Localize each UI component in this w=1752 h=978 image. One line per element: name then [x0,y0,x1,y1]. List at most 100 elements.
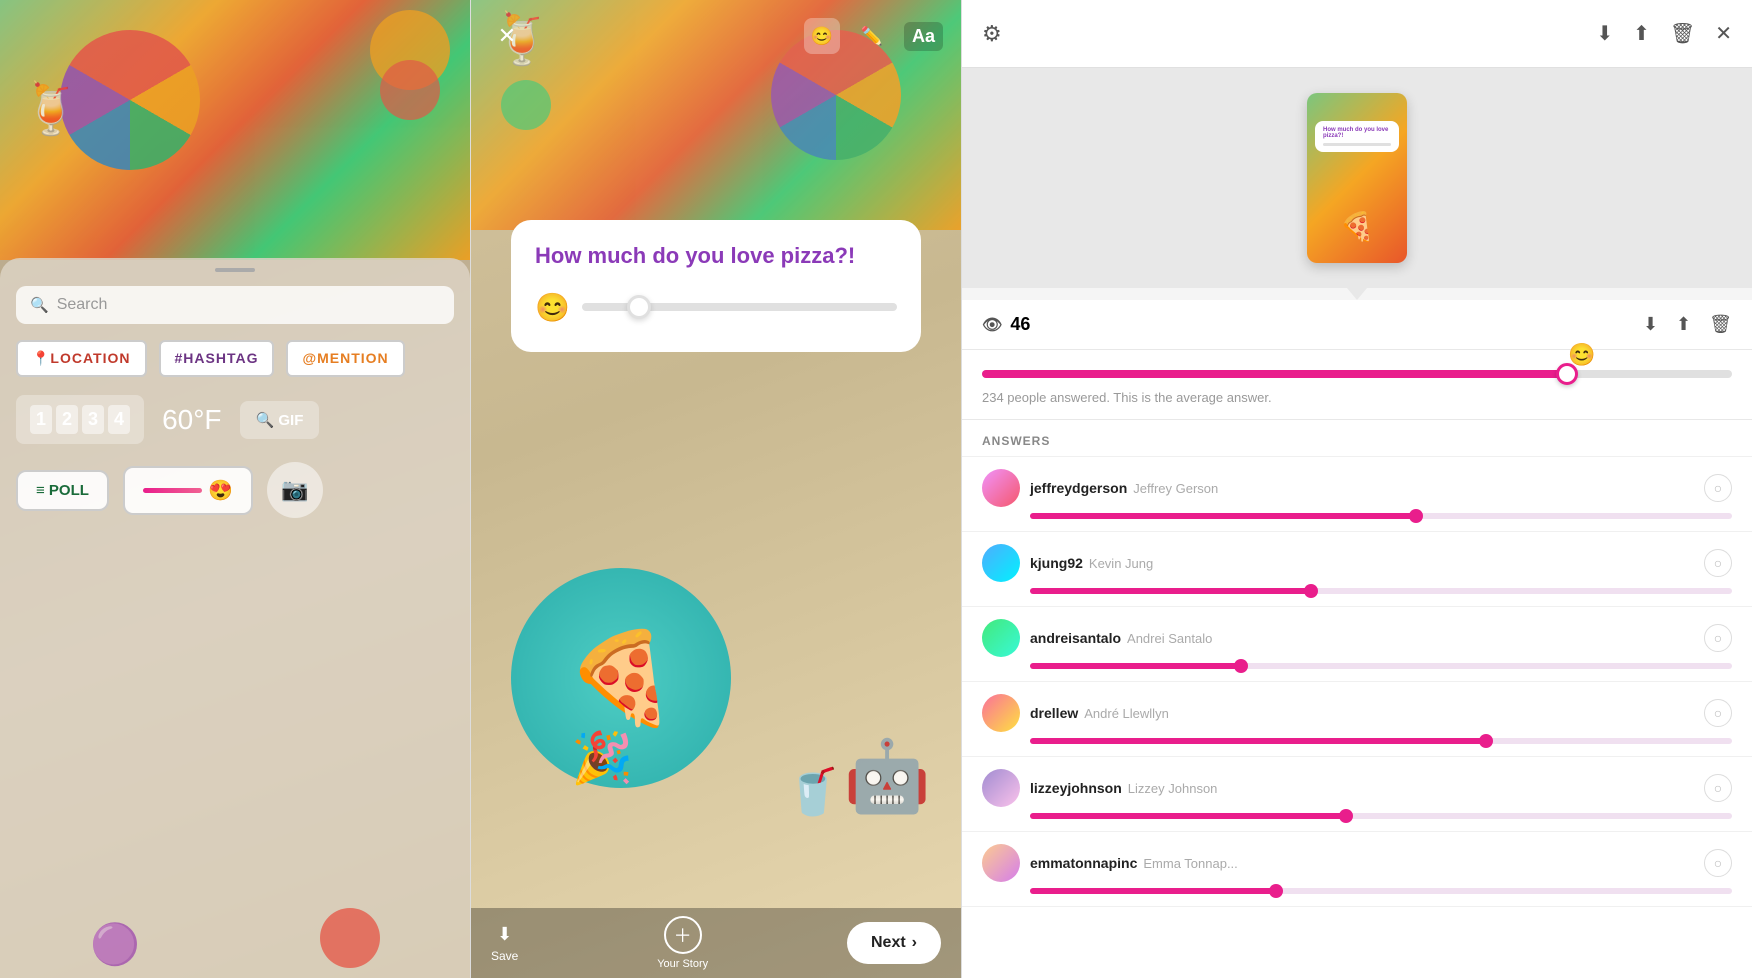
slider-question-text: How much do you love pizza?! [535,242,897,271]
answer-item: emmatonnapinc Emma Tonnap... ○ [962,832,1752,907]
countdown-sticker[interactable]: 1 2 3 4 [16,395,144,444]
reply-button[interactable]: ○ [1704,849,1732,877]
sticker-search-bar[interactable]: 🔍 Search [16,286,454,324]
answer-username: drellew [1030,705,1078,721]
thumb-emoji: 🍕 [1307,210,1407,243]
save-icon: ⬇ [497,924,512,945]
answer-names: emmatonnapinc Emma Tonnap... [1030,855,1694,871]
your-story-label: Your Story [657,958,708,970]
answer-username: kjung92 [1030,555,1083,571]
search-icon: 🔍 [30,296,49,314]
hashtag-sticker[interactable]: #HASHTAG [159,340,275,377]
view-count: 👁 46 [982,314,1030,335]
countdown-d3: 3 [82,405,104,434]
insights-header: ⚙ ⬇ ⬆ 🗑 ✕ [962,0,1752,68]
text-tool-button[interactable]: Aa [904,22,943,51]
panel2-food-area: 🍕 🎉 🤖 🥤 [471,428,961,908]
next-label: Next [871,934,906,952]
answer-slider-fill [1030,738,1486,744]
answer-top-row: kjung92 Kevin Jung ○ [982,544,1732,582]
avatar [982,844,1020,882]
header-right-actions: ⬇ ⬆ 🗑 ✕ [1596,21,1732,46]
reply-button[interactable]: ○ [1704,699,1732,727]
result-thumb [1556,363,1578,385]
answer-slider-thumb [1479,734,1493,748]
sticker-picker-button[interactable]: 😊 [804,18,840,54]
slider-thumb[interactable] [627,295,651,319]
answer-slider-thumb [1304,584,1318,598]
answer-names: lizzeyjohnson Lizzey Johnson [1030,780,1694,796]
stats-download-icon[interactable]: ⬇ [1643,314,1658,335]
thumb-slider-card: How much do you love pizza?! [1315,121,1399,152]
answer-fullname: Andrei Santalo [1127,631,1212,646]
answer-names: kjung92 Kevin Jung [1030,555,1694,571]
stats-delete-icon[interactable]: 🗑 [1709,314,1732,335]
temperature-sticker[interactable]: 60°F [162,404,221,436]
answer-item: jeffreydgerson Jeffrey Gerson ○ [962,457,1752,532]
gif-sticker[interactable]: 🔍 GIF [240,401,320,439]
countdown-d1: 1 [30,405,52,434]
delete-icon[interactable]: 🗑 [1670,21,1695,46]
close-icon[interactable]: ✕ [1715,21,1732,46]
slider-emoji: 😊 [535,291,570,324]
stats-actions: ⬇ ⬆ 🗑 [1643,314,1732,335]
next-button[interactable]: Next › [847,922,941,964]
close-button[interactable]: ✕ [489,18,525,54]
answer-slider-fill [1030,663,1241,669]
bottom-decoration-1: 🟣 [90,921,140,968]
answer-fullname: André Llewllyn [1084,706,1169,721]
reply-button[interactable]: ○ [1704,474,1732,502]
camera-sticker[interactable]: 📷 [267,462,323,518]
slider-bar[interactable] [582,303,897,311]
avatar [982,769,1020,807]
answer-slider-thumb [1234,659,1248,673]
answer-item: kjung92 Kevin Jung ○ [962,532,1752,607]
stats-share-icon[interactable]: ⬆ [1676,314,1691,335]
slider-sticker-card[interactable]: How much do you love pizza?! 😊 [511,220,921,352]
answer-top-row: drellew André Llewllyn ○ [982,694,1732,732]
answer-item: lizzeyjohnson Lizzey Johnson ○ [962,757,1752,832]
camera-icon: 📷 [281,477,308,503]
answer-slider-fill [1030,813,1346,819]
answer-username: emmatonnapinc [1030,855,1137,871]
sticker-tray: 🔍 Search 📍LOCATION #HASHTAG @MENTION 1 2… [0,258,470,978]
bottom-decoration-2 [320,908,380,968]
poll-sticker[interactable]: ≡ POLL [16,470,109,511]
save-button[interactable]: ⬇ Save [491,924,518,963]
edit-button[interactable]: ✏️ [854,18,890,54]
sticker-row-2: 1 2 3 4 60°F 🔍 GIF [0,395,470,444]
party-hat-icon: 🎉 [571,729,633,788]
answer-fullname: Kevin Jung [1089,556,1153,571]
settings-icon[interactable]: ⚙ [982,21,1002,47]
avatar [982,469,1020,507]
answer-top-row: emmatonnapinc Emma Tonnap... ○ [982,844,1732,882]
answer-slider [1030,813,1732,819]
slider-result-area: 😊 234 people answered. This is the avera… [962,350,1752,420]
avatar [982,544,1020,582]
reply-button[interactable]: ○ [1704,549,1732,577]
sticker-icon: 😊 [811,26,833,47]
mention-sticker[interactable]: @MENTION [286,340,404,377]
can-icon: 🥤 [785,765,841,818]
panel2-toolbar: ✕ 😊 ✏️ Aa [489,18,943,54]
answer-names: andreisantalo Andrei Santalo [1030,630,1694,646]
answer-slider-fill [1030,588,1311,594]
slider-control[interactable]: 😊 [535,291,897,324]
answers-section: ANSWERS jeffreydgerson Jeffrey Gerson ○ … [962,420,1752,978]
your-story-circle: ＋ [664,916,702,954]
download-icon[interactable]: ⬇ [1596,21,1613,46]
location-sticker[interactable]: 📍LOCATION [16,340,147,377]
emoji-slider-sticker[interactable]: 😍 [123,466,253,515]
gif-label: 🔍 GIF [256,411,304,429]
answer-top-row: jeffreydgerson Jeffrey Gerson ○ [982,469,1732,507]
reply-button[interactable]: ○ [1704,774,1732,802]
answer-slider-thumb [1269,884,1283,898]
share-icon[interactable]: ⬆ [1633,21,1650,46]
story-preview-area: How much do you love pizza?! 🍕 [962,68,1752,288]
next-chevron-icon: › [912,934,917,952]
answer-top-row: lizzeyjohnson Lizzey Johnson ○ [982,769,1732,807]
answer-names: drellew André Llewllyn [1030,705,1694,721]
save-label: Save [491,949,518,963]
your-story-button[interactable]: ＋ Your Story [657,916,708,970]
reply-button[interactable]: ○ [1704,624,1732,652]
